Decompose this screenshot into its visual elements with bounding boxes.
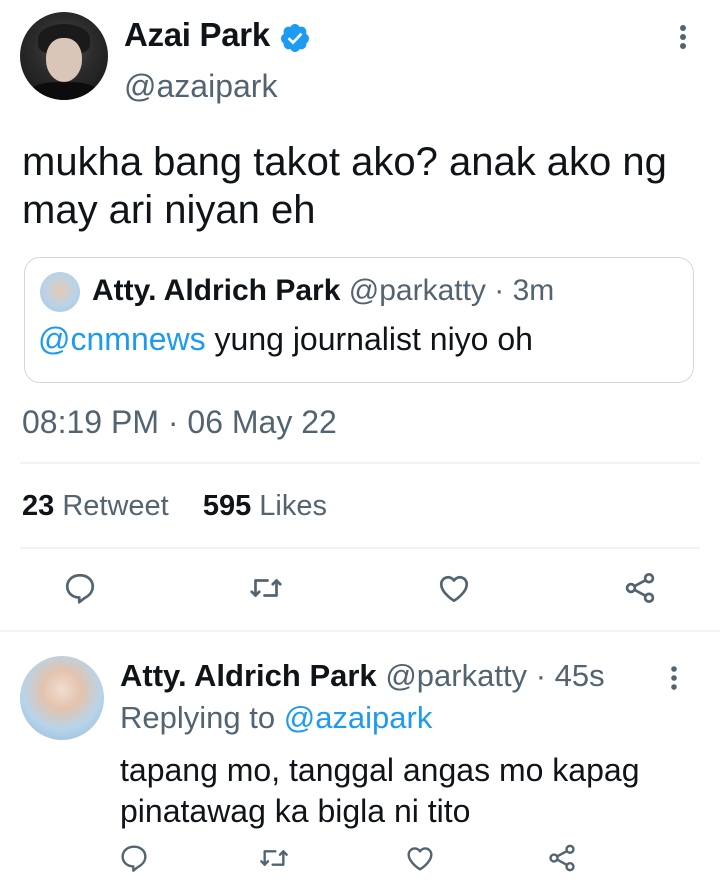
quoted-author-handle: @parkatty xyxy=(348,274,486,307)
avatar-shirt xyxy=(28,82,100,100)
reply-icon[interactable] xyxy=(62,570,98,606)
quoted-author-name: Atty. Aldrich Park xyxy=(92,274,341,307)
mention-link[interactable]: @cnmnews xyxy=(38,321,206,357)
likes-label[interactable]: Likes xyxy=(259,490,327,522)
divider xyxy=(20,462,700,464)
retweet-label[interactable]: Retweet xyxy=(62,490,168,522)
replying-to: Replying to @azaipark xyxy=(120,700,432,736)
reply-author-handle[interactable]: @parkatty xyxy=(385,658,527,693)
retweet-count[interactable]: 23 xyxy=(22,490,54,522)
quoted-tweet-text: @cnmnews yung journalist niyo oh xyxy=(38,321,533,358)
divider xyxy=(0,630,720,632)
avatar-face xyxy=(46,38,82,82)
heart-icon[interactable] xyxy=(436,570,472,606)
quoted-tweet-header: Atty. Aldrich Park @parkatty · 3m xyxy=(92,274,554,308)
replying-prefix: Replying to xyxy=(120,700,284,735)
quoted-time: · 3m xyxy=(494,274,555,307)
author-name[interactable]: Azai Park xyxy=(124,16,270,54)
author-avatar[interactable] xyxy=(20,12,108,100)
share-icon[interactable] xyxy=(622,570,658,606)
retweet-icon[interactable] xyxy=(258,842,290,874)
share-icon[interactable] xyxy=(546,842,578,874)
reply-header: Atty. Aldrich Park @parkatty · 45s xyxy=(120,658,605,694)
more-vertical-icon[interactable] xyxy=(672,22,694,52)
verified-badge-icon xyxy=(279,22,311,54)
more-vertical-icon[interactable] xyxy=(664,664,684,692)
reply-time[interactable]: · 45s xyxy=(536,658,605,693)
quoted-text-body: yung journalist niyo oh xyxy=(205,321,533,357)
heart-icon[interactable] xyxy=(404,842,436,874)
retweet-icon[interactable] xyxy=(248,570,284,606)
tweet-text: mukha bang takot ako? anak ako ng may ar… xyxy=(22,140,667,232)
tweet-timestamp[interactable]: 08:19 PM · 06 May 22 xyxy=(22,404,337,441)
reply-icon[interactable] xyxy=(118,842,150,874)
replying-handle-link[interactable]: @azaipark xyxy=(284,700,433,735)
divider xyxy=(20,547,700,549)
author-handle[interactable]: @azaipark xyxy=(124,68,277,105)
quoted-author-avatar xyxy=(40,272,80,312)
reply-author-name[interactable]: Atty. Aldrich Park xyxy=(120,658,377,693)
reply-author-avatar[interactable] xyxy=(20,656,104,740)
tweet-stats: 23 Retweet 595 Likes xyxy=(22,490,327,523)
likes-count[interactable]: 595 xyxy=(203,490,251,522)
reply-text: tapang mo, tanggal angas mo kapag pinata… xyxy=(120,752,640,829)
